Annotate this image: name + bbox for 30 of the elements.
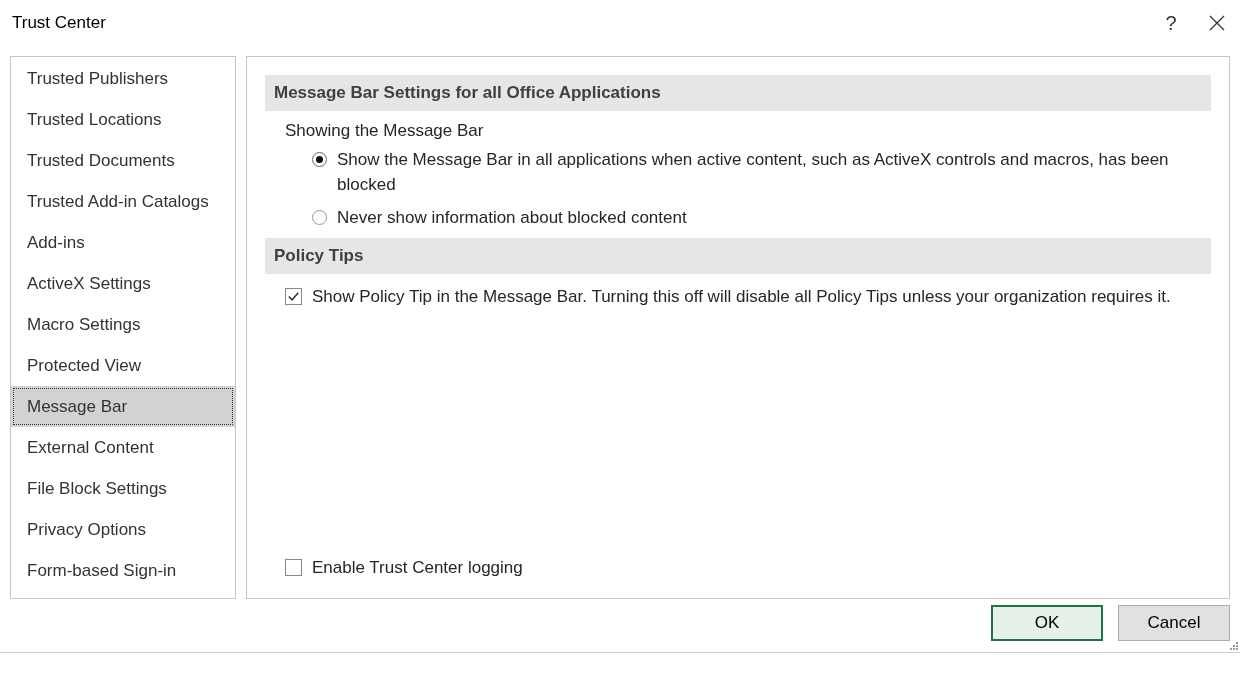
- sidebar-item[interactable]: Protected View: [11, 345, 235, 386]
- option-label: Never show information about blocked content: [337, 207, 687, 229]
- sidebar-item[interactable]: Macro Settings: [11, 304, 235, 345]
- dialog-button[interactable]: Cancel: [1118, 605, 1230, 641]
- sidebar-item[interactable]: Trusted Documents: [11, 140, 235, 181]
- option-label: Enable Trust Center logging: [312, 557, 523, 579]
- close-icon[interactable]: [1209, 15, 1225, 31]
- radio-button[interactable]: [312, 210, 327, 225]
- sidebar-item[interactable]: External Content: [11, 427, 235, 468]
- sidebar-item[interactable]: File Block Settings: [11, 468, 235, 509]
- group-label: Showing the Message Bar: [284, 121, 485, 141]
- section-heading: Policy Tips: [265, 238, 1211, 274]
- help-button[interactable]: ?: [1148, 0, 1194, 46]
- sidebar-item[interactable]: Form-based Sign-in: [11, 550, 235, 591]
- section-heading: Message Bar Settings for all Office Applications: [265, 75, 1211, 111]
- sidebar-item[interactable]: Privacy Options: [11, 509, 235, 550]
- sidebar-item[interactable]: Message Bar: [11, 386, 235, 427]
- option-label: Show Policy Tip in the Message Bar. Turning this off will disable all Policy Tips unless your organization requires it.: [312, 286, 1171, 308]
- sidebar-item[interactable]: Trusted Locations: [11, 99, 235, 140]
- sidebar-item[interactable]: Trusted Publishers: [11, 58, 235, 99]
- radio-button[interactable]: [312, 152, 327, 167]
- resize-grip-icon[interactable]: [1228, 640, 1238, 650]
- sidebar-item[interactable]: ActiveX Settings: [11, 263, 235, 304]
- window-title: Trust Center: [12, 13, 107, 33]
- checkbox[interactable]: [285, 559, 302, 576]
- sidebar-item[interactable]: Add-ins: [11, 222, 235, 263]
- checkbox[interactable]: [285, 288, 302, 305]
- sidebar-item[interactable]: Trusted Add-in Catalogs: [11, 181, 235, 222]
- option-label: Show the Message Bar in all applications when active content, such as ActiveX controls and macros, has been blocked: [337, 149, 1170, 196]
- dialog-button[interactable]: OK: [991, 605, 1103, 641]
